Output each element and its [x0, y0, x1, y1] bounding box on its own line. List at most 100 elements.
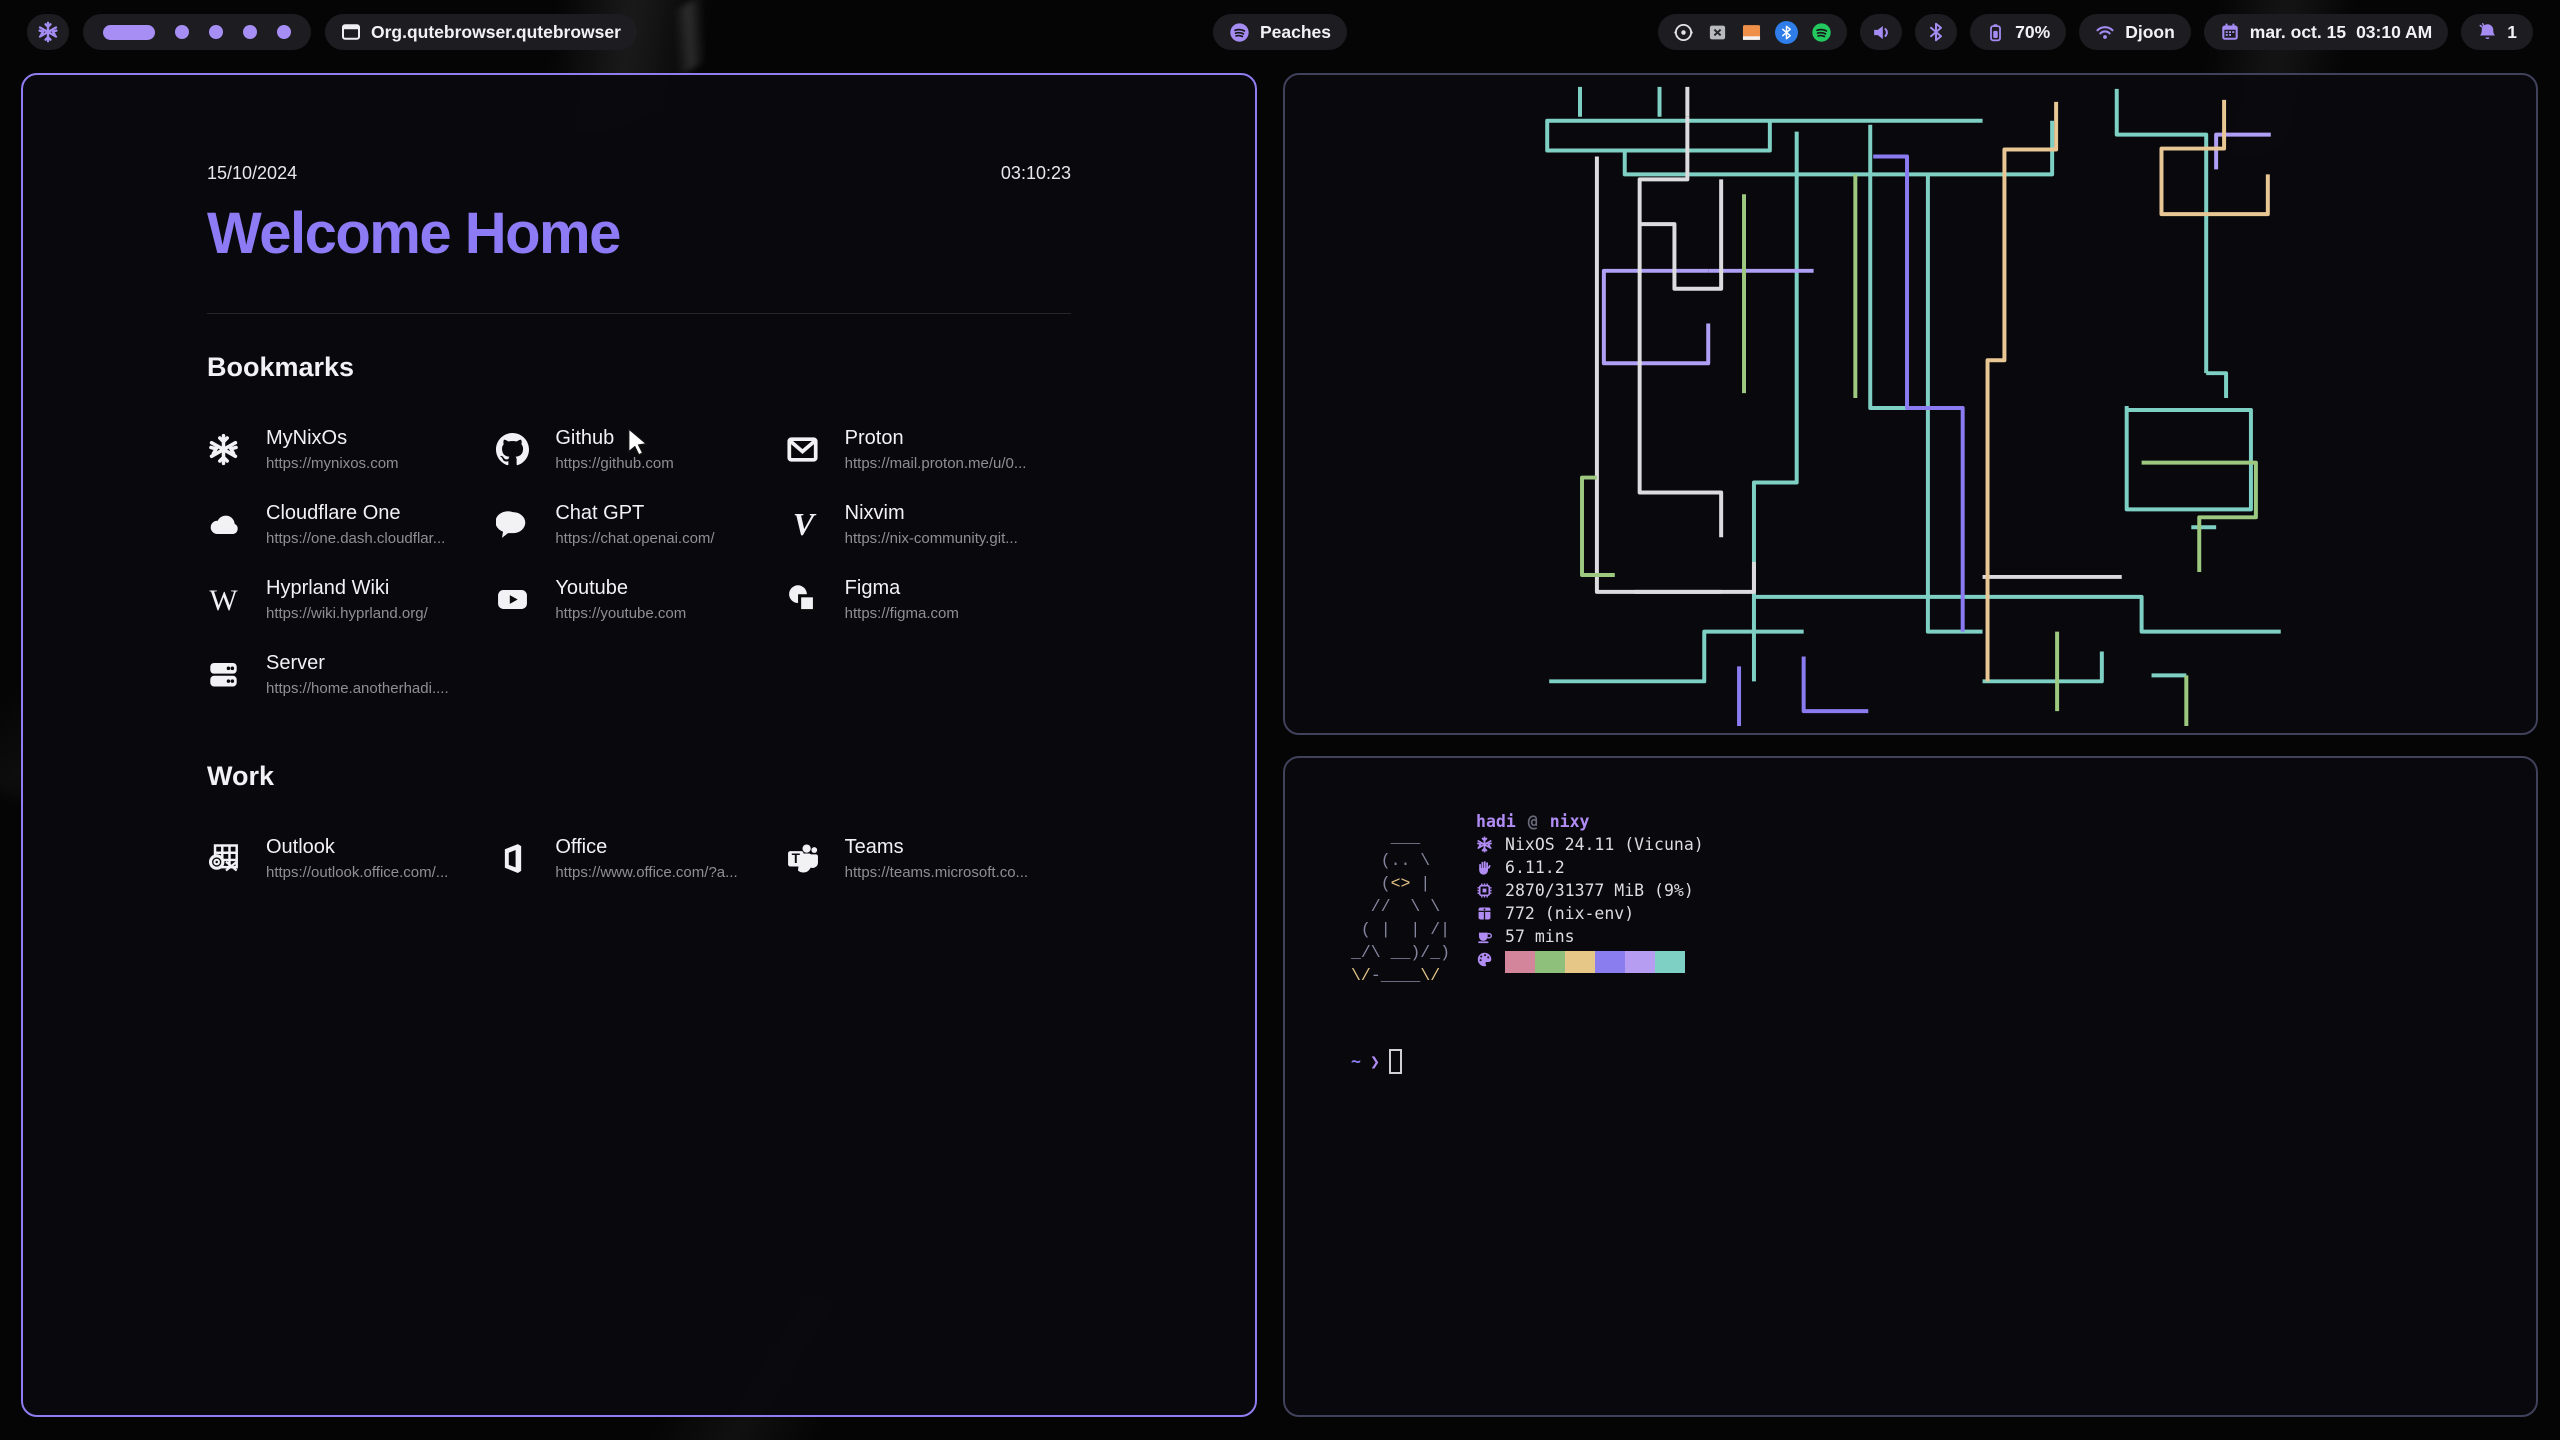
bookmark-name: Hyprland Wiki [266, 577, 428, 600]
fastfetch-row: 2870/31377 MiB (9%) [1476, 879, 1704, 902]
wifi-icon [2095, 22, 2115, 42]
bookmark-url: https://figma.com [845, 605, 959, 622]
figma-icon [786, 583, 819, 616]
mail-icon [786, 433, 819, 466]
volume-button[interactable] [1860, 14, 1902, 50]
workspace-4[interactable] [243, 25, 257, 39]
workspace-2[interactable] [175, 25, 189, 39]
bookmark-name: Github [555, 427, 673, 450]
battery-pill[interactable]: 70% [1970, 14, 2066, 50]
bookmark-hyprland-wiki[interactable]: Hyprland Wiki https://wiki.hyprland.org/ [207, 577, 492, 622]
bookmark-office[interactable]: Office https://www.office.com/?a... [496, 836, 781, 881]
bookmark-server[interactable]: Server https://home.anotherhadi.... [207, 652, 492, 697]
section-heading: Bookmarks [207, 352, 1071, 383]
bookmark-sections: Bookmarks MyNixOs https://mynixos.com Gi… [207, 352, 1071, 881]
server-icon [207, 658, 240, 691]
bookmark-url: https://chat.openai.com/ [555, 530, 714, 547]
hand-icon [1476, 859, 1493, 876]
status-bar: Org.qutebrowser.qutebrowser Peaches 70% … [0, 14, 2560, 52]
pipes-canvas [1285, 75, 2536, 733]
spotify-icon [1229, 22, 1250, 43]
fastfetch-row: 772 (nix-env) [1476, 902, 1704, 925]
bookmark-figma[interactable]: Figma https://figma.com [786, 577, 1071, 622]
palette-swatch [1625, 951, 1655, 973]
nix-logo-button[interactable] [27, 14, 69, 50]
active-window-pill[interactable]: Org.qutebrowser.qutebrowser [325, 14, 637, 50]
bookmark-outlook[interactable]: Outlook https://outlook.office.com/... [207, 836, 492, 881]
palette-swatch [1595, 951, 1625, 973]
clock-pill[interactable]: mar. oct. 15 03:10 AM [2204, 14, 2449, 50]
bookmark-chat-gpt[interactable]: Chat GPT https://chat.openai.com/ [496, 502, 781, 547]
spotify-tray-icon[interactable] [1811, 22, 1832, 43]
workspace-1[interactable] [103, 25, 155, 40]
palette-swatch [1535, 951, 1565, 973]
battery-percentage: 70% [2015, 22, 2050, 43]
divider [207, 313, 1071, 314]
nix-snowflake-icon [37, 21, 59, 43]
teams-icon [786, 842, 819, 875]
bluetooth-icon [1926, 22, 1946, 42]
media-player-pill[interactable]: Peaches [1213, 14, 1347, 50]
cup-icon [1476, 928, 1493, 945]
bookmark-nixvim[interactable]: Nixvim https://nix-community.git... [786, 502, 1071, 547]
bookmark-name: Teams [845, 836, 1028, 859]
notifications-pill[interactable]: 1 [2461, 14, 2533, 50]
speaker-icon [1871, 22, 1892, 43]
workspace-3[interactable] [209, 25, 223, 39]
wikipedia-icon [207, 583, 240, 616]
system-tray[interactable] [1658, 14, 1847, 50]
terminal-window[interactable]: ___ (.. \ (<> | // \ \ ( | | /| _/\ __)/… [1283, 756, 2538, 1417]
bookmark-name: Figma [845, 577, 959, 600]
prompt-symbol: ❯ [1370, 1050, 1380, 1073]
box-icon [1476, 905, 1493, 922]
notification-count: 1 [2507, 22, 2517, 43]
files-tray-icon[interactable] [1741, 22, 1762, 43]
fastfetch-row: 6.11.2 [1476, 856, 1704, 879]
startpage-time: 03:10:23 [1001, 163, 1071, 184]
bookmark-url: https://teams.microsoft.co... [845, 864, 1028, 881]
qutebrowser-window[interactable]: 15/10/2024 03:10:23 Welcome Home Bookmar… [21, 73, 1257, 1417]
page-title: Welcome Home [207, 200, 1071, 267]
webcam-tray-icon[interactable] [1673, 22, 1694, 43]
bluetooth-button[interactable] [1915, 14, 1957, 50]
bookmark-url: https://nix-community.git... [845, 530, 1018, 547]
bookmark-url: https://outlook.office.com/... [266, 864, 448, 881]
workspace-5[interactable] [277, 25, 291, 39]
bookmark-name: Chat GPT [555, 502, 714, 525]
pipes-terminal-window[interactable] [1283, 73, 2538, 735]
bookmark-teams[interactable]: Teams https://teams.microsoft.co... [786, 836, 1071, 881]
network-ssid: Djoon [2125, 22, 2175, 43]
fastfetch-row: 57 mins [1476, 925, 1704, 948]
chip-icon [1476, 882, 1493, 899]
bookmark-proton[interactable]: Proton https://mail.proton.me/u/0... [786, 427, 1071, 472]
network-pill[interactable]: Djoon [2079, 14, 2191, 50]
clock-time: 03:10 AM [2356, 22, 2432, 43]
bookmark-mynixos[interactable]: MyNixOs https://mynixos.com [207, 427, 492, 472]
cloud-icon [207, 508, 240, 541]
bookmark-github[interactable]: Github https://github.com [496, 427, 781, 472]
bookmark-youtube[interactable]: Youtube https://youtube.com [496, 577, 781, 622]
bookmark-cloudflare-one[interactable]: Cloudflare One https://one.dash.cloudfla… [207, 502, 492, 547]
bell-icon [2477, 22, 2497, 42]
fastfetch-row: NixOS 24.11 (Vicuna) [1476, 833, 1704, 856]
nix-icon [207, 433, 240, 466]
shell-prompt[interactable]: ~ ❯ [1351, 1049, 2536, 1074]
bookmark-name: MyNixOs [266, 427, 399, 450]
bookmark-url: https://mail.proton.me/u/0... [845, 455, 1027, 472]
bluetooth-tray-icon[interactable] [1775, 21, 1798, 44]
fastfetch-info: hadi@nixy NixOS 24.11 (Vicuna)6.11.22870… [1476, 810, 1704, 987]
bookmark-grid: MyNixOs https://mynixos.com Github https… [207, 427, 1071, 697]
bookmark-url: https://wiki.hyprland.org/ [266, 605, 428, 622]
workspace-indicator[interactable] [83, 14, 311, 50]
bookmark-section: Bookmarks MyNixOs https://mynixos.com Gi… [207, 352, 1071, 697]
bookmark-name: Youtube [555, 577, 686, 600]
ascii-art-tux: ___ (.. \ (<> | // \ \ ( | | /| _/\ __)/… [1351, 810, 1450, 987]
bookmark-name: Nixvim [845, 502, 1018, 525]
keyboard-tray-icon[interactable] [1707, 22, 1728, 43]
palette-swatch [1655, 951, 1685, 973]
palette-swatch [1505, 951, 1535, 973]
office-icon [496, 842, 529, 875]
bookmark-name: Office [555, 836, 737, 859]
bookmark-url: https://home.anotherhadi.... [266, 680, 449, 697]
media-track-label: Peaches [1260, 22, 1331, 43]
